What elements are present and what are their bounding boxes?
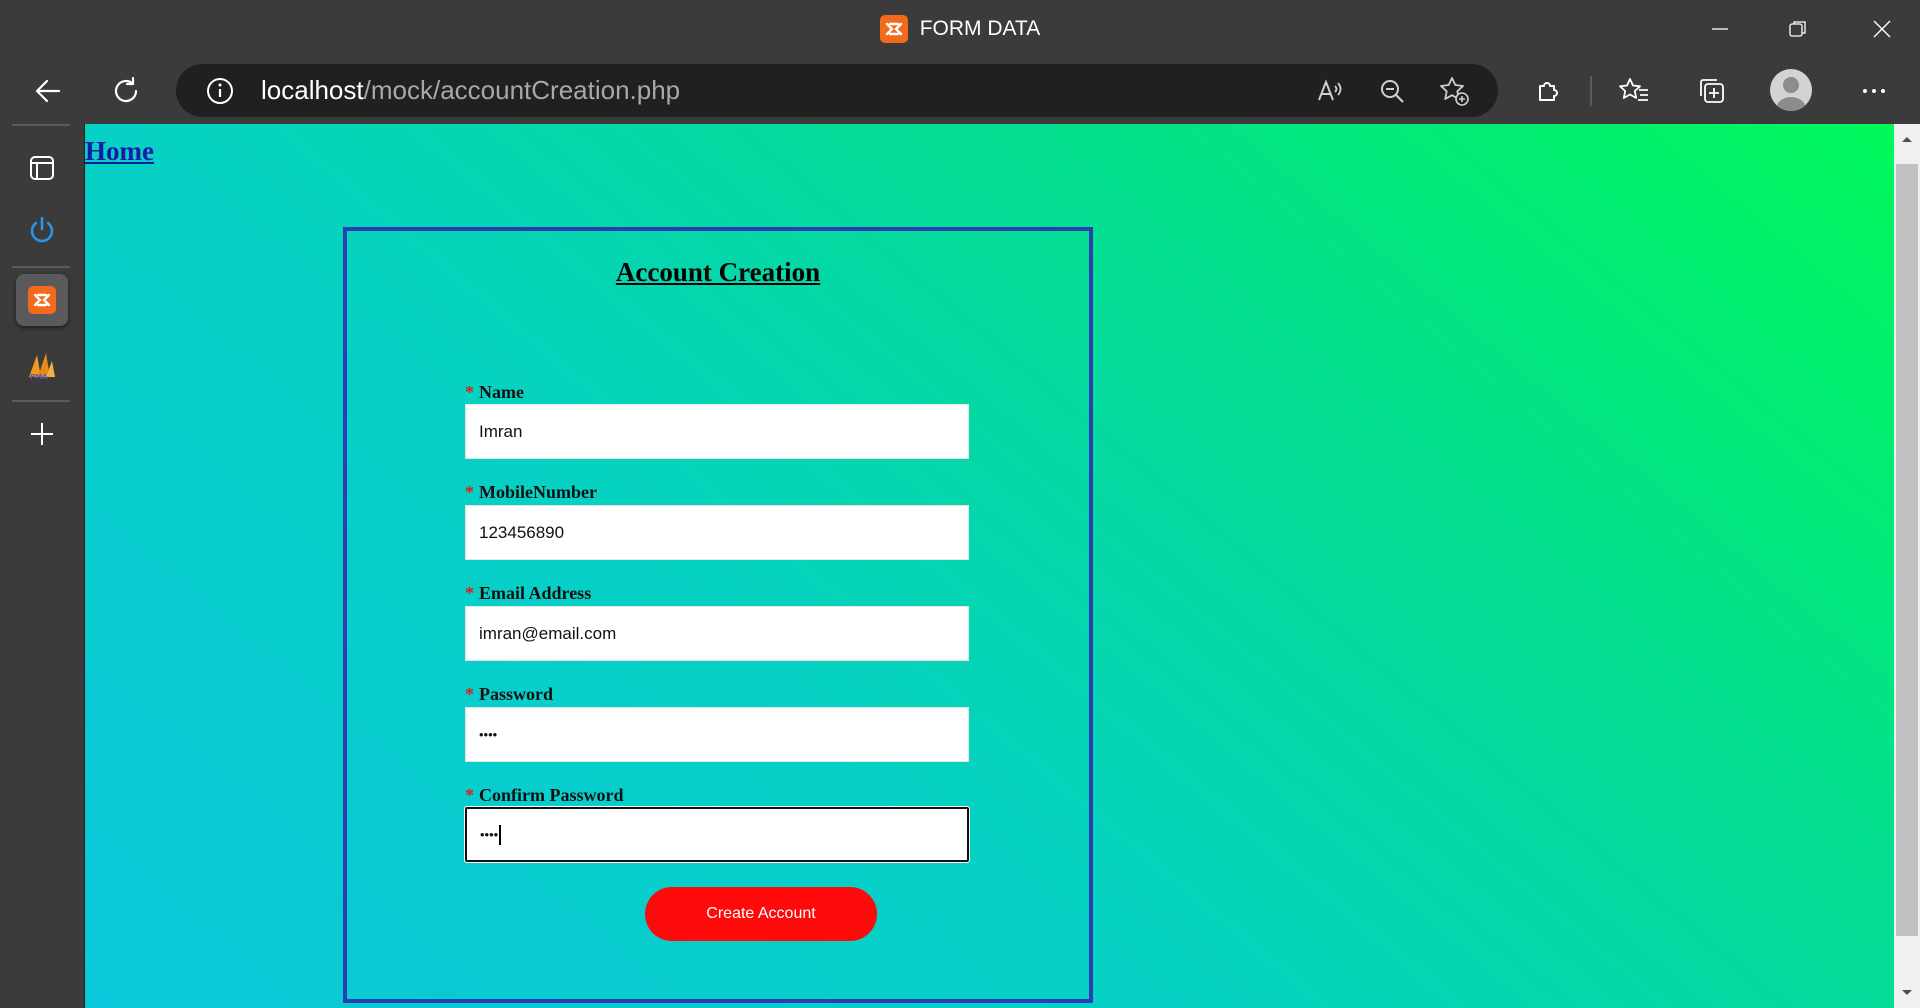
account-form: Account Creation * Name Imran * MobileNumb… — [343, 227, 1093, 1003]
scroll-thumb[interactable] — [1896, 164, 1918, 936]
scroll-down-arrow-icon[interactable] — [1894, 978, 1920, 1008]
create-account-button[interactable]: Create Account — [645, 887, 877, 941]
read-aloud-icon[interactable] — [1306, 67, 1354, 115]
url-text[interactable]: localhost/mock/accountCreation.php — [261, 64, 680, 117]
home-link[interactable]: Home — [85, 136, 154, 167]
back-button[interactable] — [24, 67, 72, 115]
page-viewport: Home Account Creation * Name Imran * Mobil… — [84, 124, 1894, 1008]
page-scrollbar[interactable] — [1894, 124, 1920, 1008]
minimize-button[interactable] — [1682, 0, 1758, 58]
password-label: * Password — [465, 684, 554, 704]
title-bar: FORM DATA — [0, 0, 1920, 58]
phpmyadmin-tab-icon[interactable]: PMA — [16, 340, 68, 392]
tab-actions-icon[interactable] — [16, 142, 68, 194]
vertical-tabs-sidebar: PMA — [0, 124, 84, 1008]
window-title: FORM DATA — [919, 17, 1041, 40]
extensions-button[interactable] — [1524, 67, 1572, 115]
sidebar-divider — [12, 400, 70, 402]
required-marker: * — [465, 482, 474, 502]
required-marker: * — [465, 382, 474, 402]
refresh-button[interactable] — [102, 67, 150, 115]
sidebar-divider — [12, 266, 70, 268]
window-title-area: FORM DATA — [0, 0, 1920, 58]
xampp-icon — [879, 15, 908, 43]
settings-more-button[interactable] — [1850, 67, 1898, 115]
url-path: /mock/accountCreation.php — [363, 75, 681, 105]
power-tab-icon[interactable] — [16, 204, 68, 256]
email-label: * Email Address — [465, 583, 592, 603]
required-marker: * — [465, 684, 474, 704]
zoom-out-icon[interactable] — [1368, 67, 1416, 115]
url-host: localhost — [261, 75, 364, 105]
site-info-icon[interactable] — [196, 67, 244, 115]
email-input[interactable]: imran@email.com — [465, 606, 969, 661]
required-marker: * — [465, 583, 474, 603]
confirm-password-label: * Confirm Password — [465, 785, 624, 805]
required-marker: * — [465, 785, 474, 805]
text-caret — [499, 824, 502, 845]
mobile-number-label: * MobileNumber — [465, 482, 597, 502]
restore-button[interactable] — [1760, 0, 1836, 58]
collections-button[interactable] — [1688, 67, 1736, 115]
close-button[interactable] — [1844, 0, 1920, 58]
address-bar[interactable]: localhost/mock/accountCreation.php — [176, 64, 1498, 117]
form-title: Account Creation — [615, 257, 821, 287]
add-favorite-icon[interactable] — [1430, 67, 1478, 115]
confirm-password-input[interactable]: •••• — [464, 806, 970, 863]
favorites-button[interactable] — [1610, 67, 1658, 115]
browser-toolbar: localhost/mock/accountCreation.php — [0, 58, 1920, 124]
sidebar-divider — [12, 124, 70, 126]
scroll-up-arrow-icon[interactable] — [1894, 124, 1920, 154]
password-input[interactable]: •••• — [465, 707, 969, 762]
name-input[interactable]: Imran — [465, 404, 969, 459]
mobile-number-input[interactable]: 123456890 — [465, 505, 969, 560]
profile-avatar[interactable] — [1770, 69, 1812, 111]
name-label: * Name — [465, 382, 524, 402]
toolbar-divider — [1590, 76, 1592, 106]
xampp-icon — [28, 286, 56, 314]
new-tab-icon[interactable] — [16, 408, 68, 460]
xampp-tab-icon[interactable] — [16, 274, 68, 326]
svg-text:PMA: PMA — [30, 373, 48, 381]
